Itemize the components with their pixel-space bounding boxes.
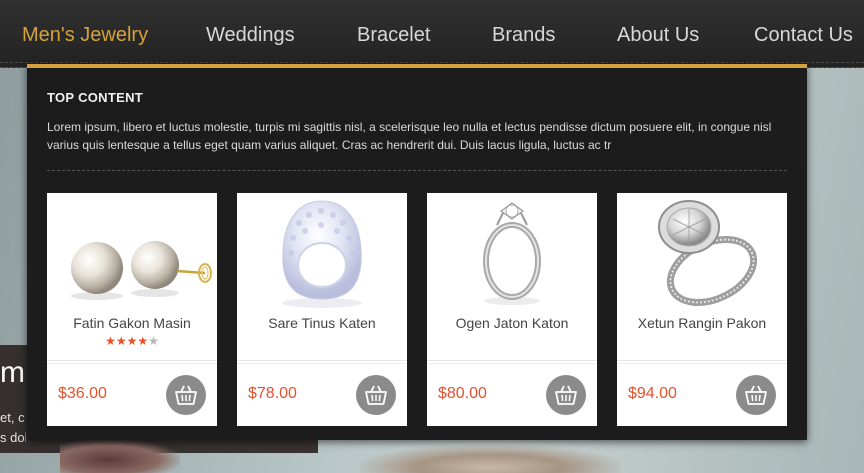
product-name[interactable]: Fatin Gakon Masin: [47, 315, 217, 331]
hero-caption-line: s dol: [0, 430, 26, 445]
basket-icon: [745, 385, 767, 405]
star-filled-icon: ★: [105, 334, 116, 348]
pearl-earrings-image[interactable]: [47, 193, 217, 311]
product-name[interactable]: Sare Tinus Katen: [237, 315, 407, 331]
add-to-cart-button[interactable]: [736, 375, 776, 415]
nav-item-mens-jewelry[interactable]: Men's Jewelry: [22, 24, 148, 47]
divider: [427, 363, 597, 364]
nav-item-weddings[interactable]: Weddings: [206, 24, 295, 47]
hero-hand-image: [60, 440, 180, 473]
hero-caption-line: et, c: [0, 410, 25, 425]
divider: [47, 360, 217, 361]
nav-item-about-us[interactable]: About Us: [617, 24, 699, 47]
product-price: $80.00: [438, 385, 487, 402]
add-to-cart-button[interactable]: [546, 375, 586, 415]
divider: [47, 170, 787, 171]
mega-menu-description: Lorem ipsum, libero et luctus molestie, …: [47, 120, 772, 152]
product-name[interactable]: Ogen Jaton Katon: [427, 315, 597, 331]
product-name[interactable]: Xetun Rangin Pakon: [617, 315, 787, 331]
basket-icon: [555, 385, 577, 405]
basket-icon: [365, 385, 387, 405]
hero-caption-text: et, c s dol: [0, 408, 26, 448]
nav-item-bracelet[interactable]: Bracelet: [357, 24, 430, 47]
star-filled-icon: ★: [115, 334, 127, 348]
divider: [237, 363, 407, 364]
star-empty-icon: ★: [148, 334, 159, 348]
product-card[interactable]: Sare Tinus Katen $78.00: [237, 193, 407, 426]
product-card[interactable]: Xetun Rangin Pakon $94.00: [617, 193, 787, 426]
product-price: $36.00: [58, 385, 107, 402]
divider: [237, 360, 407, 361]
divider: [427, 360, 597, 361]
product-price: $94.00: [628, 385, 677, 402]
add-to-cart-button[interactable]: [356, 375, 396, 415]
divider: [47, 363, 217, 364]
divider: [617, 363, 787, 364]
crystal-ring-image[interactable]: [237, 193, 407, 311]
mega-menu-dropdown: TOP CONTENT Lorem ipsum, libero et luctu…: [27, 64, 807, 440]
main-nav: Men's Jewelry Weddings Bracelet Brands A…: [0, 0, 864, 68]
hero-model-image: [360, 445, 620, 473]
star-filled-icon: ★: [126, 334, 138, 348]
basket-icon: [175, 385, 197, 405]
halo-ring-image[interactable]: [617, 193, 787, 311]
product-card[interactable]: Ogen Jaton Katon $80.00: [427, 193, 597, 426]
rating-stars: ★★★★★: [47, 334, 217, 348]
product-card[interactable]: Fatin Gakon Masin ★★★★★ $36.00: [47, 193, 217, 426]
nav-item-contact-us[interactable]: Contact Us: [754, 24, 853, 47]
solitaire-ring-image[interactable]: [427, 193, 597, 311]
hero-caption-title: m a: [0, 356, 26, 389]
product-price: $78.00: [248, 385, 297, 402]
mega-menu-heading: TOP CONTENT: [47, 90, 143, 105]
star-filled-icon: ★: [137, 334, 149, 348]
nav-item-brands[interactable]: Brands: [492, 24, 555, 47]
divider: [617, 360, 787, 361]
add-to-cart-button[interactable]: [166, 375, 206, 415]
